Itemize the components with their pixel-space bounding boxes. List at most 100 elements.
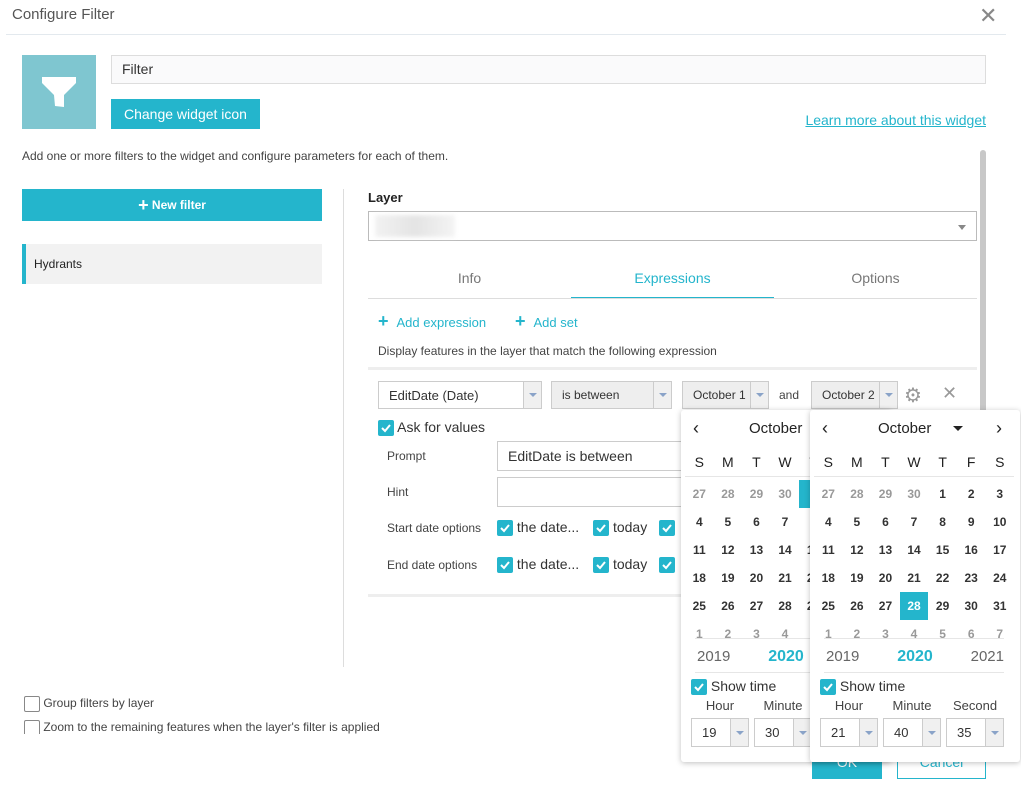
year-option[interactable]: 2020 — [768, 648, 804, 666]
field-select[interactable]: EditDate (Date) — [378, 381, 542, 409]
calendar-day[interactable]: 21 — [771, 564, 800, 592]
add-set-button[interactable]: + Add set — [515, 311, 578, 332]
calendar-day[interactable]: 20 — [871, 564, 900, 592]
calendar-day[interactable]: 29 — [928, 592, 957, 620]
calendar-day[interactable]: 4 — [814, 508, 843, 536]
calendar-day[interactable]: 31 — [985, 592, 1014, 620]
calendar-day[interactable]: 7 — [771, 508, 800, 536]
calendar-day[interactable]: 29 — [742, 480, 771, 508]
month-label[interactable]: October — [749, 420, 802, 437]
month-label[interactable]: October — [878, 420, 931, 437]
calendar-day[interactable]: 17 — [985, 536, 1014, 564]
calendar-day[interactable]: 19 — [843, 564, 872, 592]
calendar-day[interactable]: 27 — [742, 592, 771, 620]
calendar-day[interactable]: 22 — [928, 564, 957, 592]
calendar-day[interactable]: 11 — [685, 536, 714, 564]
year-option[interactable]: 2019 — [826, 648, 859, 666]
calendar-day[interactable]: 2 — [714, 620, 743, 648]
calendar-day[interactable]: 4 — [900, 620, 929, 648]
selected-day[interactable]: 28 — [899, 592, 929, 620]
calendar-day[interactable]: 30 — [900, 480, 929, 508]
option-checkbox[interactable] — [659, 557, 676, 574]
hint-input[interactable] — [497, 477, 697, 507]
calendar-day[interactable]: 21 — [900, 564, 929, 592]
calendar-day[interactable]: 1 — [685, 620, 714, 648]
layer-select[interactable] — [368, 211, 977, 241]
calendar-day[interactable]: 28 — [714, 480, 743, 508]
calendar-day[interactable]: 5 — [714, 508, 743, 536]
calendar-day[interactable]: 30 — [771, 480, 800, 508]
show-time-checkbox[interactable]: Show time — [820, 678, 905, 696]
calendar-day[interactable]: 7 — [900, 508, 929, 536]
tab-options[interactable]: Options — [774, 265, 977, 299]
calendar-day[interactable]: 27 — [814, 480, 843, 508]
calendar-day[interactable]: 16 — [957, 536, 986, 564]
filter-item-hydrants[interactable]: Hydrants — [22, 244, 322, 284]
calendar-day[interactable]: 25 — [685, 592, 714, 620]
chevron-left-icon[interactable]: ‹ — [693, 418, 699, 439]
calendar-day[interactable]: 24 — [985, 564, 1014, 592]
tab-expressions[interactable]: Expressions — [571, 265, 774, 299]
calendar-day[interactable]: 5 — [928, 620, 957, 648]
calendar-day[interactable]: 9 — [957, 508, 986, 536]
calendar-day[interactable]: 1 — [814, 620, 843, 648]
calendar-day[interactable]: 13 — [742, 536, 771, 564]
learn-more-link[interactable]: Learn more about this widget — [805, 112, 986, 128]
calendar-day[interactable]: 19 — [714, 564, 743, 592]
widget-name-input[interactable]: Filter — [111, 55, 986, 84]
end-date-select[interactable]: October 2 — [811, 381, 898, 409]
calendar-day[interactable]: 5 — [843, 508, 872, 536]
year-option[interactable]: 2021 — [971, 648, 1004, 666]
calendar-day[interactable]: 20 — [742, 564, 771, 592]
calendar-day[interactable]: 27 — [685, 480, 714, 508]
year-option[interactable]: 2020 — [897, 648, 933, 666]
calendar-day[interactable]: 26 — [714, 592, 743, 620]
calendar-day[interactable]: 10 — [985, 508, 1014, 536]
calendar-day[interactable]: 13 — [871, 536, 900, 564]
calendar-day[interactable]: 15 — [928, 536, 957, 564]
calendar-day[interactable]: 14 — [771, 536, 800, 564]
start-date-select[interactable]: October 1 — [682, 381, 769, 409]
year-option[interactable]: 2019 — [697, 648, 730, 666]
calendar-day[interactable]: 18 — [685, 564, 714, 592]
chevron-right-icon[interactable]: › — [996, 418, 1002, 439]
hour-select[interactable]: 19 — [691, 718, 749, 747]
option-checkbox[interactable] — [659, 520, 676, 537]
chevron-left-icon[interactable]: ‹ — [822, 418, 828, 439]
minute-select[interactable]: 30 — [754, 718, 812, 747]
gear-icon[interactable]: ⚙ — [904, 383, 922, 408]
calendar-day[interactable]: 26 — [843, 592, 872, 620]
group-filters-checkbox[interactable]: Group filters by layer — [24, 696, 154, 712]
calendar-day[interactable]: 23 — [957, 564, 986, 592]
new-filter-button[interactable]: + New filter — [22, 189, 322, 221]
option-today-checkbox[interactable]: today — [593, 519, 647, 537]
second-select[interactable]: 35 — [946, 718, 1004, 747]
calendar-day[interactable]: 6 — [957, 620, 986, 648]
calendar-day[interactable]: 18 — [814, 564, 843, 592]
calendar-day[interactable]: 27 — [871, 592, 900, 620]
hour-select[interactable]: 21 — [820, 718, 878, 747]
calendar-day[interactable]: 3 — [985, 480, 1014, 508]
tab-info[interactable]: Info — [368, 265, 571, 299]
option-the-date-checkbox[interactable]: the date... — [497, 519, 579, 537]
calendar-day[interactable]: 14 — [900, 536, 929, 564]
calendar-day[interactable]: 11 — [814, 536, 843, 564]
caret-down-icon[interactable] — [953, 426, 963, 431]
ask-for-values-checkbox[interactable]: Ask for values — [378, 419, 485, 437]
change-widget-icon-button[interactable]: Change widget icon — [111, 99, 260, 129]
calendar-day[interactable]: 8 — [928, 508, 957, 536]
calendar-day[interactable]: 7 — [985, 620, 1014, 648]
calendar-day[interactable]: 28 — [843, 480, 872, 508]
calendar-day[interactable]: 6 — [742, 508, 771, 536]
zoom-to-features-checkbox[interactable]: Zoom to the remaining features when the … — [24, 720, 380, 734]
calendar-day[interactable]: 30 — [957, 592, 986, 620]
calendar-day[interactable]: 3 — [871, 620, 900, 648]
calendar-day[interactable]: 4 — [771, 620, 800, 648]
calendar-day[interactable]: 1 — [928, 480, 957, 508]
minute-select[interactable]: 40 — [883, 718, 941, 747]
option-the-date-checkbox[interactable]: the date... — [497, 556, 579, 574]
calendar-day[interactable]: 2 — [843, 620, 872, 648]
calendar-day[interactable]: 2 — [957, 480, 986, 508]
delete-icon[interactable]: ✕ — [942, 383, 957, 404]
calendar-day[interactable]: 6 — [871, 508, 900, 536]
